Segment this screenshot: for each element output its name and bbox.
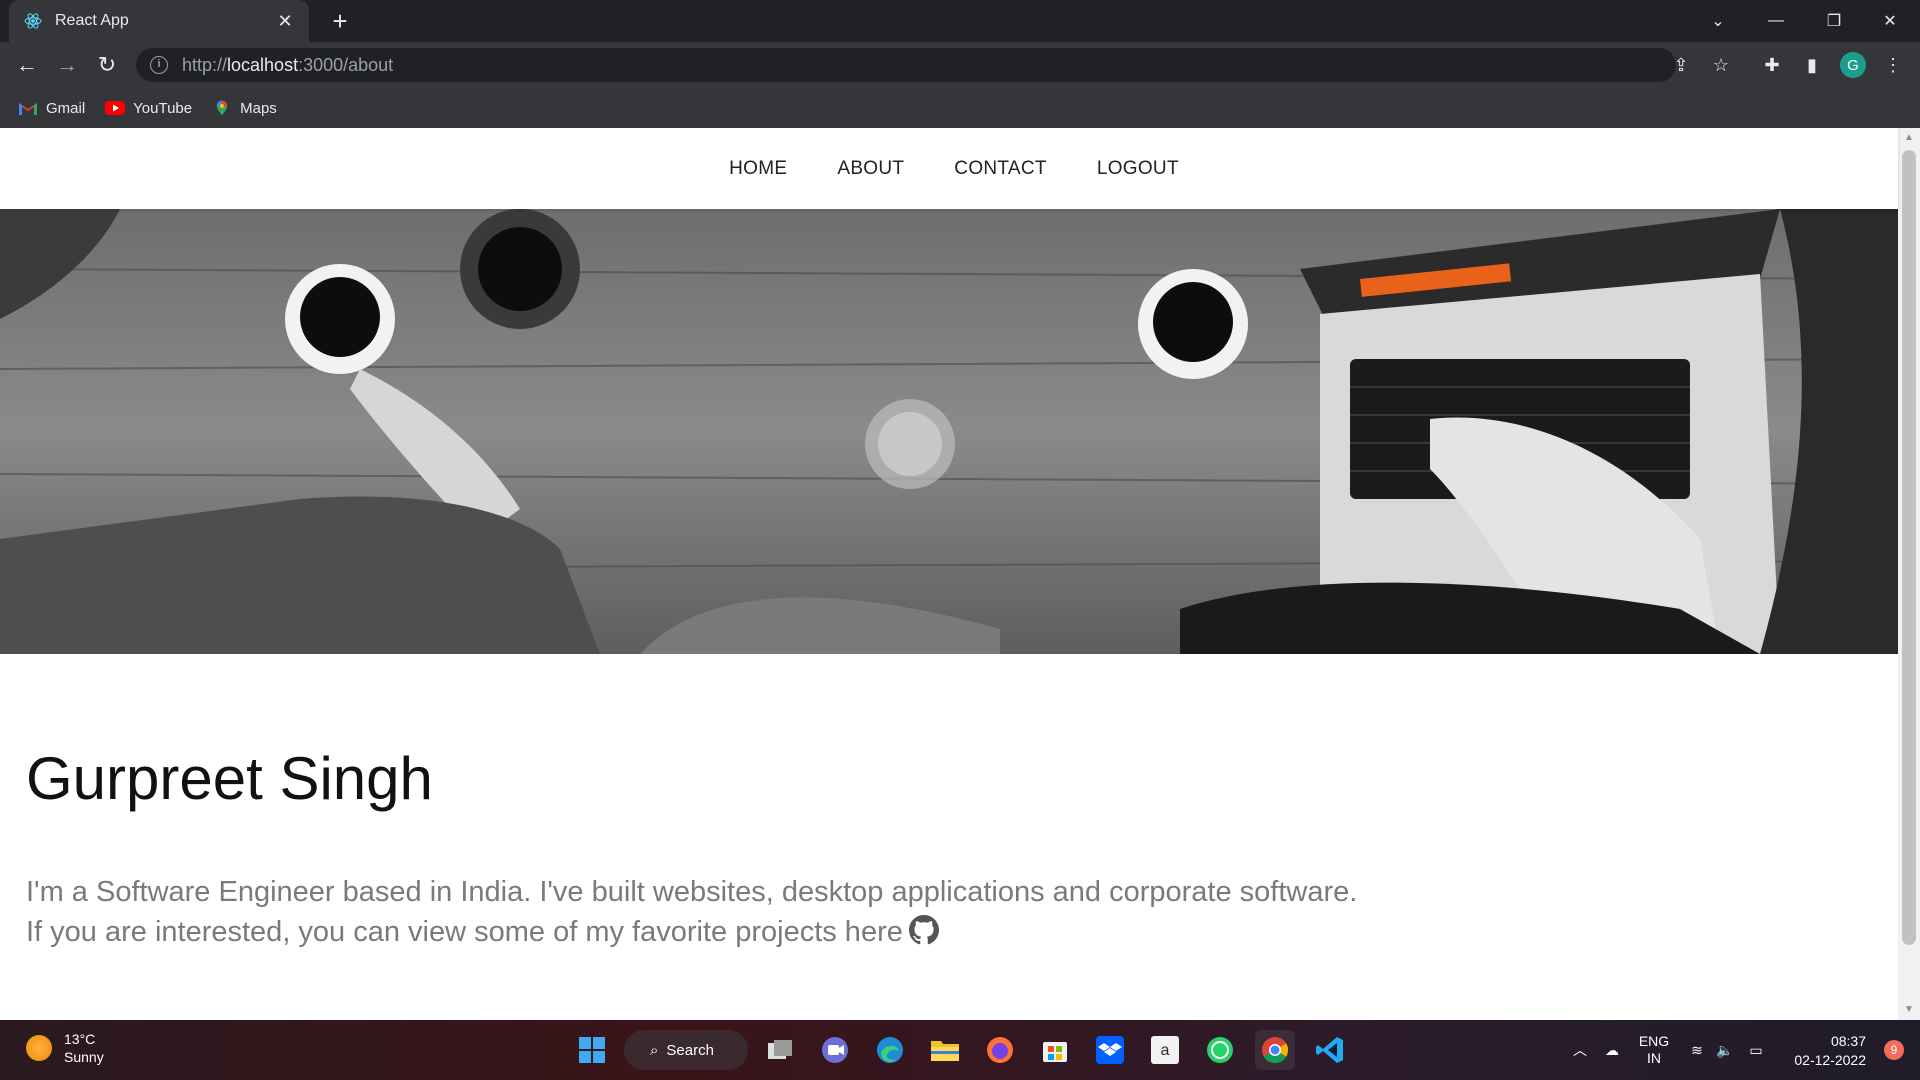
windows-taskbar: 13°C Sunny ⌕ Search a ︿ ☁ ENG IN ≋ 🔈 ▭ 0… bbox=[0, 1020, 1920, 1080]
sun-icon bbox=[26, 1035, 52, 1061]
share-icon[interactable]: ⇪ bbox=[1664, 48, 1698, 82]
bookmark-label: Maps bbox=[240, 99, 277, 117]
bio-line-1: I'm a Software Engineer based in India. … bbox=[26, 876, 1358, 908]
bookmark-gmail[interactable]: Gmail bbox=[18, 100, 85, 117]
task-view-icon[interactable] bbox=[760, 1030, 800, 1070]
battery-icon[interactable]: ▭ bbox=[1744, 1020, 1768, 1080]
scroll-up-icon[interactable]: ▲ bbox=[1898, 128, 1920, 148]
bio-line-2: If you are interested, you can view some… bbox=[26, 912, 1526, 952]
start-button[interactable] bbox=[572, 1030, 612, 1070]
onedrive-icon[interactable]: ☁ bbox=[1600, 1020, 1624, 1080]
avatar: G bbox=[1840, 52, 1866, 78]
wifi-icon[interactable]: ≋ bbox=[1686, 1020, 1708, 1080]
firefox-icon[interactable] bbox=[980, 1030, 1020, 1070]
dropbox-icon[interactable] bbox=[1090, 1030, 1130, 1070]
bookmark-youtube[interactable]: YouTube bbox=[105, 100, 192, 117]
side-panel-icon[interactable]: ▮ bbox=[1797, 50, 1827, 80]
vscode-icon[interactable] bbox=[1310, 1030, 1350, 1070]
close-window-button[interactable]: ✕ bbox=[1862, 0, 1918, 42]
tab-search-chevron-icon[interactable]: ⌄ bbox=[1690, 0, 1746, 42]
profile-button[interactable]: G bbox=[1838, 50, 1868, 80]
whatsapp-icon[interactable] bbox=[1200, 1030, 1240, 1070]
page-title: Gurpreet Singh bbox=[26, 745, 433, 812]
search-icon: ⌕ bbox=[650, 1041, 659, 1059]
browser-toolbar: ← → ↻ i http://localhost:3000/about ⇪ ☆ … bbox=[0, 42, 1920, 88]
bookmark-star-icon[interactable]: ☆ bbox=[1704, 48, 1738, 82]
site-navbar: HOME ABOUT CONTACT LOGOUT bbox=[0, 128, 1898, 209]
svg-text:a: a bbox=[1161, 1042, 1170, 1059]
address-bar[interactable]: i http://localhost:3000/about bbox=[136, 48, 1676, 82]
menu-icon[interactable]: ⋮ bbox=[1878, 50, 1908, 80]
new-tab-button[interactable]: + bbox=[326, 7, 354, 35]
bookmark-maps[interactable]: Maps bbox=[212, 100, 277, 117]
tab-strip: React App ✕ + ⌄ — ❐ ✕ bbox=[0, 0, 1920, 42]
page-scrollbar[interactable]: ▲ ▼ bbox=[1898, 128, 1920, 1020]
react-icon bbox=[24, 13, 42, 29]
reload-button[interactable]: ↻ bbox=[92, 50, 122, 80]
minimize-button[interactable]: — bbox=[1748, 0, 1804, 42]
taskbar-search[interactable]: ⌕ Search bbox=[624, 1030, 748, 1070]
gmail-icon bbox=[19, 103, 37, 115]
file-explorer-icon[interactable] bbox=[925, 1030, 965, 1070]
windows-icon bbox=[579, 1037, 605, 1063]
youtube-icon bbox=[105, 101, 126, 115]
weather-condition: Sunny bbox=[64, 1049, 104, 1065]
url-text: http://localhost:3000/about bbox=[182, 54, 394, 75]
amazon-icon[interactable]: a bbox=[1145, 1030, 1185, 1070]
edge-icon[interactable] bbox=[870, 1030, 910, 1070]
github-icon[interactable] bbox=[908, 915, 939, 945]
clock[interactable]: 08:37 02-12-2022 bbox=[1794, 1032, 1866, 1070]
maps-pin-icon bbox=[216, 100, 228, 116]
microsoft-store-icon[interactable] bbox=[1035, 1030, 1075, 1070]
restore-button[interactable]: ❐ bbox=[1806, 0, 1862, 42]
site-info-icon[interactable]: i bbox=[150, 56, 168, 74]
nav-home-link[interactable]: HOME bbox=[729, 158, 787, 180]
weather-widget[interactable]: 13°C Sunny bbox=[26, 1030, 104, 1066]
bookmark-label: Gmail bbox=[46, 99, 86, 117]
browser-tab[interactable]: React App ✕ bbox=[9, 0, 309, 42]
notification-badge[interactable]: 9 bbox=[1884, 1040, 1904, 1060]
teams-chat-icon[interactable] bbox=[815, 1030, 855, 1070]
forward-button[interactable]: → bbox=[52, 50, 82, 80]
hero-image bbox=[0, 209, 1898, 654]
back-button[interactable]: ← bbox=[12, 50, 42, 80]
nav-contact-link[interactable]: CONTACT bbox=[954, 158, 1047, 180]
language-indicator[interactable]: ENG IN bbox=[1634, 1020, 1674, 1080]
close-tab-icon[interactable]: ✕ bbox=[275, 11, 295, 32]
bookmarks-bar: Gmail YouTube Maps bbox=[0, 88, 1920, 128]
search-label: Search bbox=[666, 1041, 714, 1059]
chrome-icon[interactable] bbox=[1255, 1030, 1295, 1070]
volume-icon[interactable]: 🔈 bbox=[1714, 1020, 1736, 1080]
scrollbar-thumb[interactable] bbox=[1902, 150, 1916, 945]
extensions-icon[interactable]: ✚ bbox=[1757, 50, 1787, 80]
bio-text: I'm a Software Engineer based in India. … bbox=[26, 872, 1526, 952]
bookmark-label: YouTube bbox=[133, 99, 193, 117]
nav-about-link[interactable]: ABOUT bbox=[837, 158, 904, 180]
show-hidden-icons[interactable]: ︿ bbox=[1570, 1020, 1590, 1080]
page-viewport: HOME ABOUT CONTACT LOGOUT Gurpreet Singh… bbox=[0, 128, 1920, 1020]
tab-title: React App bbox=[55, 12, 129, 29]
scroll-down-icon[interactable]: ▼ bbox=[1898, 1000, 1920, 1020]
nav-logout-link[interactable]: LOGOUT bbox=[1097, 158, 1179, 180]
temperature: 13°C bbox=[64, 1031, 96, 1047]
